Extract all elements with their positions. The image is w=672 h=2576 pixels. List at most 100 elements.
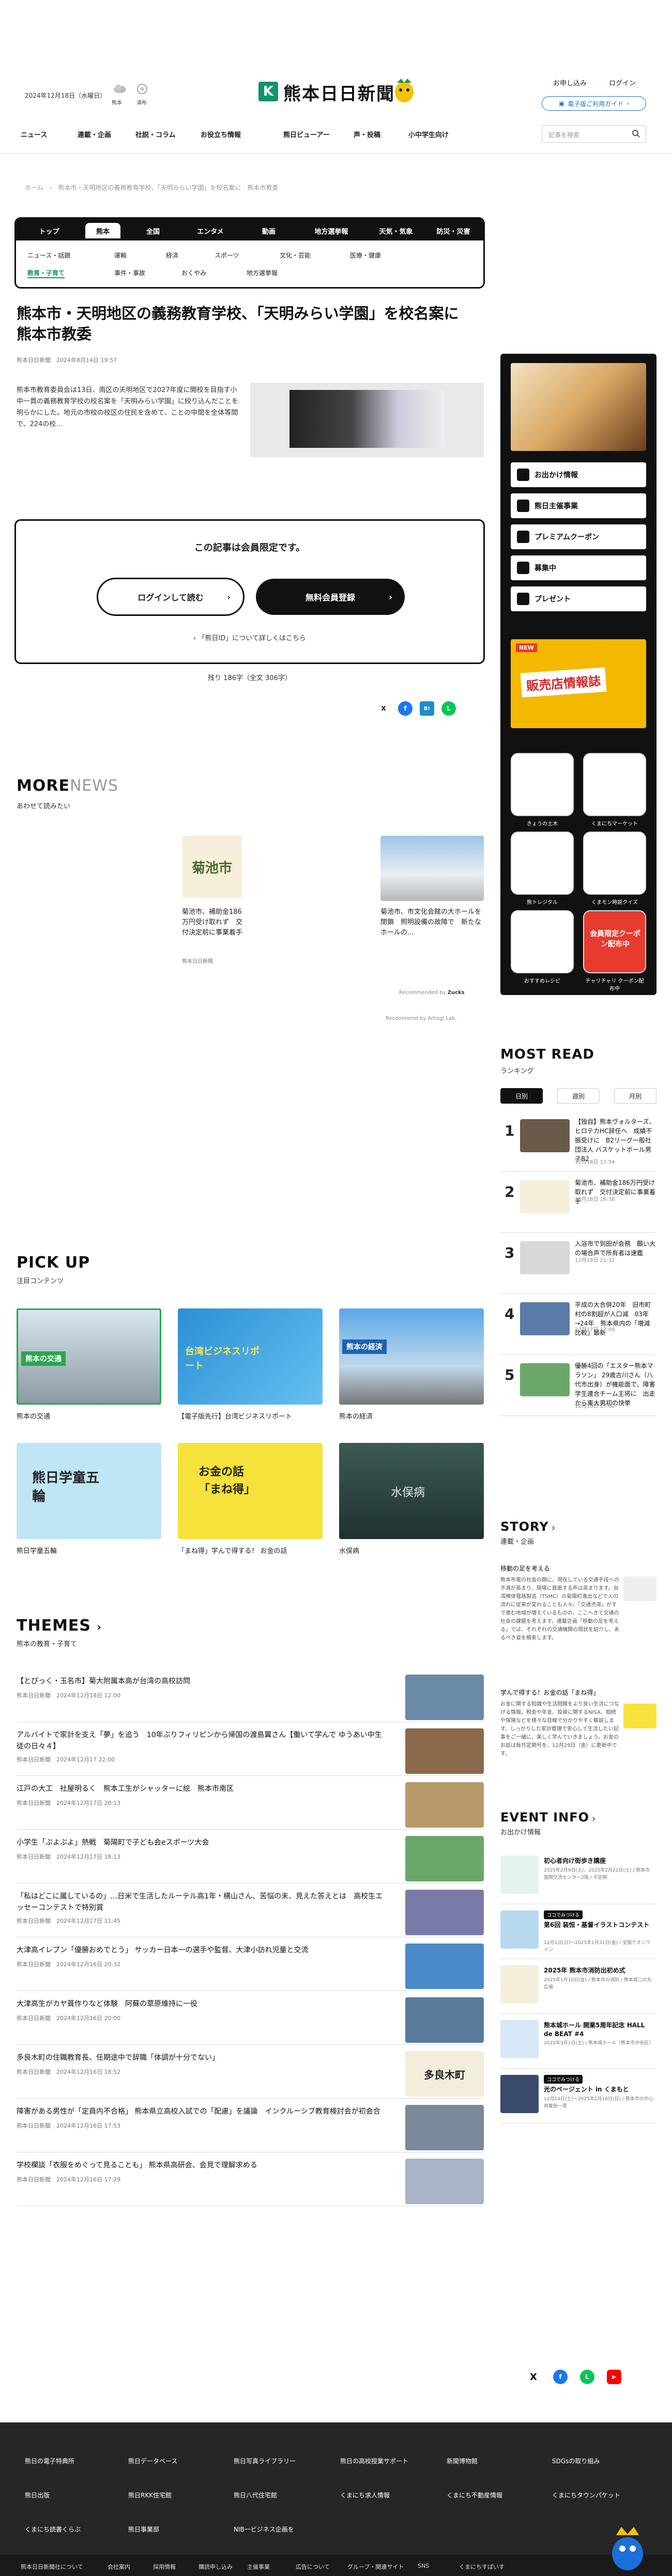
tab-video[interactable]: 動画 — [246, 223, 292, 238]
footer-bottom-link[interactable]: 会社案内 — [108, 2563, 130, 2571]
footer-bottom-link[interactable]: 購読申し込み — [198, 2563, 233, 2571]
line-icon[interactable]: L — [580, 2370, 594, 2384]
sidebar-banner[interactable] — [511, 363, 646, 451]
story-title-2[interactable]: 学んで得する！お金の話「まね得」 — [500, 1688, 656, 1697]
footer-link[interactable]: くまにち不動産情報 — [447, 2491, 502, 2499]
tab-disaster[interactable]: 防災・災害 — [427, 223, 479, 238]
event-item[interactable]: ココでみつける 光のページェント in くまもと 12月14日(土)～2025年2月… — [500, 2069, 656, 2123]
sidebar-shop-banner[interactable]: NEW 販売店情報誌 — [511, 639, 646, 728]
app-icon-1[interactable] — [511, 753, 574, 816]
nav-viewer[interactable]: 熊日ビューアー — [283, 129, 330, 139]
footer-bottom-link[interactable]: SNS — [418, 2563, 429, 2569]
sidebar-outing[interactable]: お出かけ情報 — [511, 462, 646, 487]
tab-national[interactable]: 全国 — [130, 223, 176, 238]
site-logo[interactable]: 熊本日日新聞 — [283, 80, 395, 105]
ranking-tab-weekly[interactable]: 週別 — [557, 1088, 600, 1104]
sub-education[interactable]: 教育・子育て — [27, 268, 65, 278]
app-icon-5[interactable] — [511, 910, 574, 973]
login-link[interactable]: ログイン — [609, 78, 636, 87]
event-item[interactable]: 熊本城ホール 開業5周年記念 HALL de BEAT #4 2025年3月1日(… — [500, 2014, 656, 2069]
sub-economy[interactable]: 経済 — [166, 251, 178, 260]
nav-useful-info[interactable]: お役立ち情報 — [201, 129, 241, 139]
footer-link[interactable]: 熊日事業部 — [128, 2525, 159, 2534]
theme-row[interactable]: 大津高生がカヤ葺作りなど体験 阿蘇の草原維持に一役 熊本日日新聞 2024年12月… — [17, 1991, 484, 2045]
nav-editorials[interactable]: 社説・コラム — [135, 129, 176, 139]
sub-incidents[interactable]: 事件・事故 — [114, 268, 145, 277]
subscribe-link[interactable]: お申し込み — [553, 78, 587, 87]
free-register-button[interactable]: 無料会員登録 › — [256, 579, 405, 615]
footer-bottom-link[interactable]: グループ・関連サイト — [347, 2563, 404, 2571]
nav-kids[interactable]: 小中学生向け — [408, 129, 449, 139]
e-edition-guide-button[interactable]: ▣ 電子版ご利用ガイド › — [542, 96, 646, 111]
theme-row[interactable]: 大津高イレブン「優勝おめでとう」 サッカー日本一の選手や監督、大津小訪れ児童と交… — [17, 1937, 484, 1991]
hatena-share-icon[interactable]: B! — [420, 701, 434, 716]
kumanichi-id-link[interactable]: › 「熊日ID」について詳しくはこちら — [16, 632, 483, 642]
tab-top[interactable]: トップ — [23, 223, 75, 238]
theme-row[interactable]: 多良木町の住職教育長、任期途中で辞職「体調が十分でない」 熊本日日新聞 2024年… — [17, 2045, 484, 2099]
weather-widget[interactable]: 熊本 湯布 — [110, 83, 156, 109]
ranking-tab-daily[interactable]: 日別 — [500, 1088, 543, 1104]
event-item[interactable]: 初心者向け街歩き講座 2025年2月9日(土)、2025年2月22日(土) / 熊… — [500, 1849, 656, 1904]
story-title-1[interactable]: 移動の足を考える — [500, 1564, 656, 1573]
footer-link[interactable]: 熊日八代住宅館 — [234, 2491, 277, 2499]
sidebar-coupon[interactable]: プレミアムクーポン — [511, 524, 646, 549]
nav-voices[interactable]: 声・投稿 — [354, 129, 380, 139]
footer-link[interactable]: 熊日RKK住宅館 — [128, 2491, 172, 2499]
facebook-icon[interactable]: f — [553, 2370, 568, 2384]
sub-local-election[interactable]: 地方選挙報 — [247, 268, 278, 277]
tab-election[interactable]: 地方選挙報 — [300, 223, 362, 238]
ranking-tab-monthly[interactable]: 月別 — [614, 1088, 656, 1104]
event-item[interactable]: 2025年 熊本市消防出初め式 2025年1月10日(金) / 熊本市の消防 / … — [500, 1959, 656, 2014]
footer-bottom-link[interactable]: 熊本日日新聞社について — [21, 2563, 83, 2571]
sub-transport[interactable]: 運輸 — [114, 251, 127, 260]
footer-link[interactable]: くまにちタウンパケット — [552, 2491, 620, 2499]
logo-mark[interactable]: K — [258, 82, 278, 101]
sub-sports[interactable]: スポーツ — [215, 251, 239, 260]
ranking-item[interactable]: 5 優勝4回の「エスター熊本マラソン」 29歳古川さん（八代市出身）が機能面で、障… — [500, 1355, 656, 1416]
sub-news[interactable]: ニュース・話題 — [27, 251, 70, 260]
tab-entertainment[interactable]: エンタメ — [185, 223, 236, 238]
ranking-item[interactable]: 4 平成の大合併20年 旧市町村の8割超が人口減 03年→24年 熊本県内の「増減… — [500, 1294, 656, 1355]
footer-link[interactable]: 熊日データベース — [128, 2457, 177, 2465]
footer-link[interactable]: NIB一ビジネス企画を — [234, 2525, 294, 2534]
footer-bottom-link[interactable]: 主催事業 — [247, 2563, 270, 2571]
event-item[interactable]: ココでみつける 第6回 装恒・基督イラストコンテスト 12月1日(日)～2025年1… — [500, 1904, 656, 1959]
sub-health[interactable]: 医療・健康 — [350, 251, 381, 260]
theme-row[interactable]: 学校欄談「衣服をめぐって見ることも」 熊本県高研会、会見で理解求める 熊本日日新聞… — [17, 2152, 484, 2206]
sub-culture[interactable]: 文化・芸能 — [280, 251, 311, 260]
nav-news[interactable]: ニュース — [21, 129, 47, 139]
tab-weather[interactable]: 天気・気象 — [368, 223, 424, 238]
login-read-button[interactable]: ログインして読む › — [97, 578, 245, 616]
theme-row[interactable]: 「私はどこに属しているの」…日米で生活したルーテル高1年・横山さん、苦悩の末、見… — [17, 1884, 484, 1937]
app-icon-4[interactable] — [583, 832, 646, 895]
sidebar-recruit[interactable]: 募集中 — [511, 555, 646, 580]
sidebar-present[interactable]: プレゼント — [511, 586, 646, 611]
footer-link[interactable]: くまにち求人情報 — [340, 2491, 390, 2499]
footer-bottom-link[interactable]: 採用情報 — [153, 2563, 176, 2571]
tab-kumamoto[interactable]: 熊本 — [85, 223, 120, 238]
footer-link[interactable]: 熊日写真ライブラリー — [234, 2457, 296, 2465]
footer-link[interactable]: 新聞博物館 — [447, 2457, 478, 2465]
line-share-icon[interactable]: L — [441, 701, 456, 716]
sub-obituaries[interactable]: おくやみ — [181, 268, 206, 277]
search-input[interactable]: 記事を検索 — [542, 125, 646, 143]
facebook-share-icon[interactable]: f — [398, 701, 413, 716]
youtube-icon[interactable]: ▶ — [607, 2370, 621, 2384]
footer-link[interactable]: 熊日の高校授業サポート — [340, 2457, 408, 2465]
x-icon[interactable]: X — [526, 2370, 541, 2384]
nav-series[interactable]: 連載・企画 — [78, 129, 111, 139]
app-icon-6[interactable]: 会員限定クーポン配布中 — [583, 910, 646, 973]
theme-row[interactable]: 障害がある男性が「定員内不合格」 熊本県立高校入試での「配慮」を議論 インクルー… — [17, 2099, 484, 2152]
breadcrumb[interactable]: ホーム › 熊本市・天明地区の義務教育学校、「天明みらい学園」を校名案に 熊本市… — [25, 183, 278, 192]
ranking-item[interactable]: 2 菊池市、補助金186万円受け取れず 交付決定前に事業着手 12月18日 16:3… — [500, 1172, 656, 1233]
sidebar-events[interactable]: 熊日主催事業 — [511, 493, 646, 518]
theme-row[interactable]: 江戸の大工 社屋明るく 熊本工生がシャッターに絵 熊本市南区 熊本日日新聞 202… — [17, 1776, 484, 1830]
theme-row[interactable]: 小学生「ぷよぷよ」熱戦 菊陽町で子ども会eスポーツ大会 熊本日日新聞 2024年1… — [17, 1830, 484, 1884]
ranking-item[interactable]: 3 入浴市で到田が会務 願い大の場合声で所有者は速鑑 12月18日 21:32 — [500, 1233, 656, 1294]
footer-bottom-link[interactable]: くまにちすぱいす — [459, 2563, 505, 2571]
theme-row[interactable]: 【とぴっく・玉名市】菊大附属本高が台湾の高校訪問 熊本日日新聞 2024年12月1… — [17, 1668, 484, 1722]
app-icon-3[interactable] — [511, 832, 574, 895]
app-icon-2[interactable] — [583, 753, 646, 816]
footer-link[interactable]: SDGsの取り組み — [552, 2457, 600, 2465]
footer-link[interactable]: 熊日の電子特典所 — [25, 2457, 74, 2465]
